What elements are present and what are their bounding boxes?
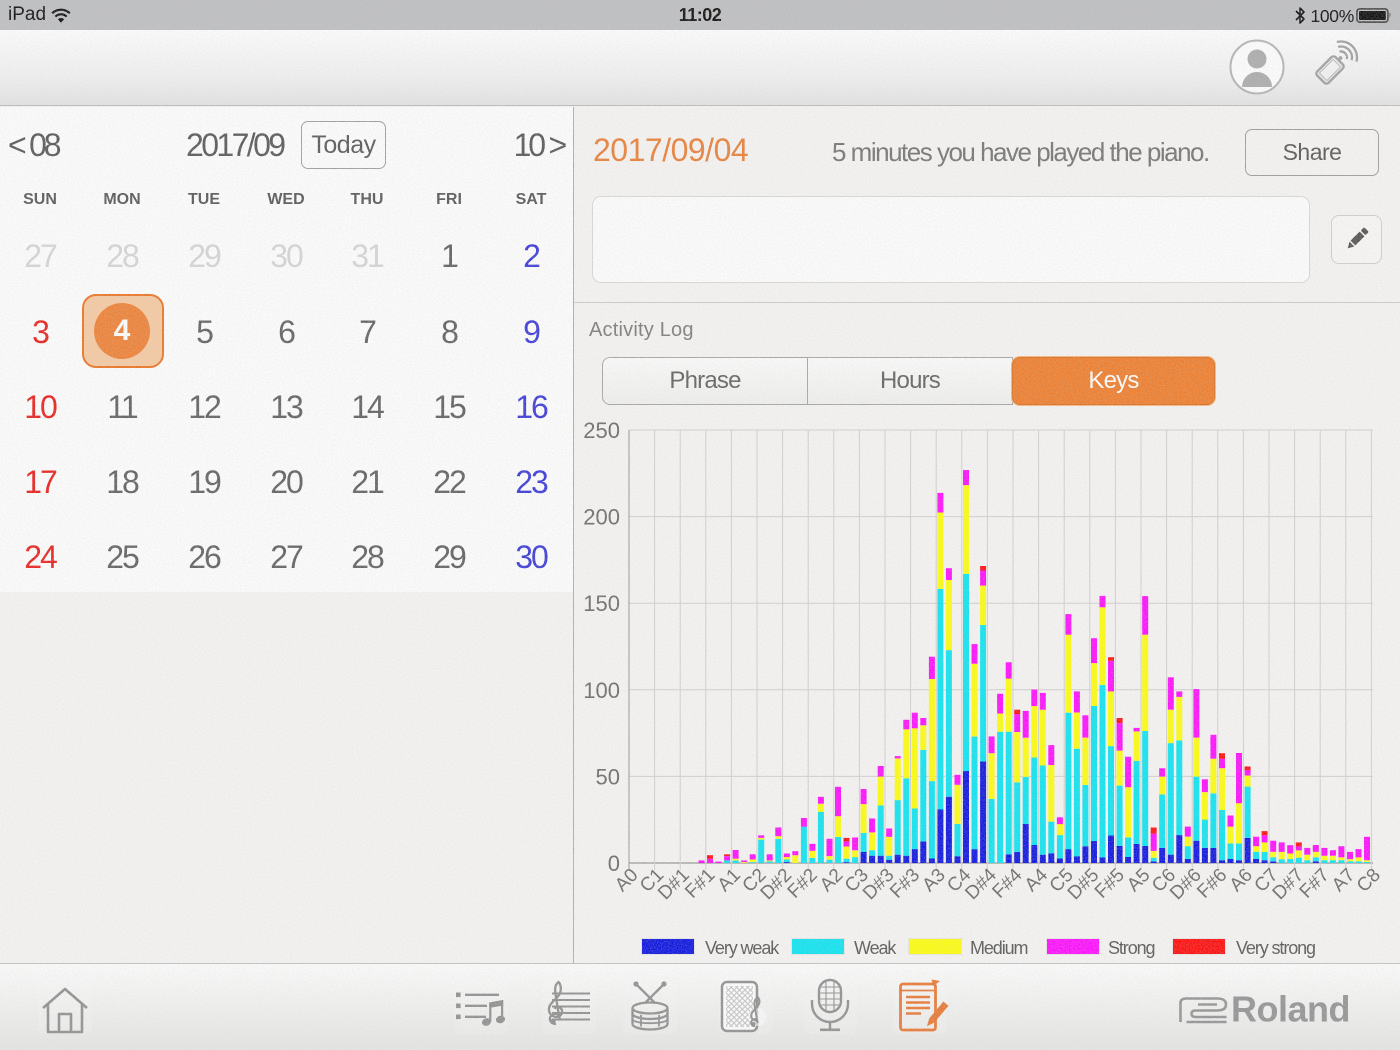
svg-text:F#1: F#1	[681, 865, 719, 903]
svg-text:F#6: F#6	[1193, 865, 1231, 903]
svg-text:F#2: F#2	[784, 865, 822, 903]
svg-text:50: 50	[596, 764, 620, 789]
svg-text:F#5: F#5	[1091, 865, 1129, 903]
svg-text:F#4: F#4	[989, 864, 1027, 902]
svg-text:0: 0	[608, 851, 620, 876]
svg-text:250: 250	[583, 418, 620, 443]
svg-text:C8: C8	[1353, 865, 1385, 897]
svg-text:F#3: F#3	[886, 865, 924, 903]
svg-text:150: 150	[583, 591, 620, 616]
svg-text:200: 200	[583, 505, 620, 530]
svg-text:100: 100	[583, 678, 620, 703]
svg-text:F#7: F#7	[1296, 865, 1334, 903]
svg-text:Roland: Roland	[1231, 989, 1350, 1030]
